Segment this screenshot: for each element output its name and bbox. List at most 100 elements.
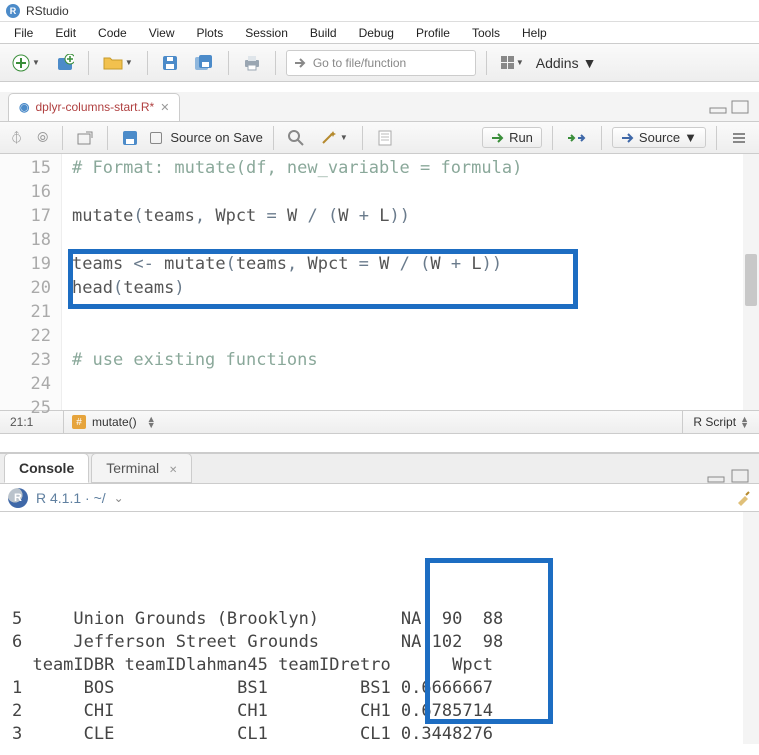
- function-navigator[interactable]: # mutate() ▲▼: [64, 415, 682, 429]
- menu-file[interactable]: File: [4, 24, 43, 42]
- window-titlebar: R RStudio: [0, 0, 759, 22]
- separator: [228, 51, 229, 75]
- source-button[interactable]: Source ▼: [612, 127, 706, 148]
- menu-edit[interactable]: Edit: [45, 24, 86, 42]
- broom-icon: [735, 490, 751, 506]
- separator: [362, 126, 363, 150]
- scrollbar-thumb[interactable]: [745, 254, 757, 306]
- goto-arrow-icon: [293, 56, 307, 70]
- search-icon: [288, 130, 304, 146]
- close-terminal-button[interactable]: ✕: [169, 465, 177, 476]
- menu-view[interactable]: View: [139, 24, 185, 42]
- popout-icon: [77, 131, 93, 145]
- grid-icon: [501, 56, 514, 69]
- save-icon: [122, 130, 138, 146]
- menu-session[interactable]: Session: [235, 24, 298, 42]
- console-output[interactable]: 5 Union Grounds (Brooklyn) NA 90 886 Jef…: [0, 512, 759, 744]
- stepper-icon: ▲▼: [147, 416, 156, 428]
- menu-help[interactable]: Help: [512, 24, 557, 42]
- separator: [716, 126, 717, 150]
- source-on-save-label: Source on Save: [170, 130, 263, 145]
- r-logo-icon: R: [8, 488, 28, 508]
- close-tab-button[interactable]: ✕: [160, 101, 169, 114]
- file-type-selector[interactable]: R Script ▲▼: [682, 411, 759, 433]
- console-tab[interactable]: Console: [4, 453, 89, 483]
- code-tools-button[interactable]: ▼: [316, 126, 352, 150]
- new-project-icon: [56, 54, 74, 72]
- separator: [552, 126, 553, 150]
- code-content[interactable]: # Format: mutate(df, new_variable = form…: [62, 154, 759, 410]
- r-file-icon: ◉: [19, 100, 29, 114]
- menu-tools[interactable]: Tools: [462, 24, 510, 42]
- clear-console-button[interactable]: [735, 490, 751, 506]
- maximize-console-icon[interactable]: [731, 469, 749, 483]
- run-label: Run: [509, 130, 533, 145]
- back-button[interactable]: ⦽: [8, 129, 25, 146]
- line-gutter: 1516171819202122232425: [0, 154, 62, 410]
- goto-file-function[interactable]: Go to file/function: [286, 50, 476, 76]
- new-project-button[interactable]: [52, 51, 78, 75]
- stepper-icon: ▲▼: [740, 416, 749, 428]
- chevron-down-icon[interactable]: ⌄: [114, 491, 124, 505]
- separator: [147, 51, 148, 75]
- minimize-console-icon[interactable]: [707, 469, 725, 483]
- outline-icon: [731, 131, 747, 145]
- forward-button[interactable]: ⦾: [33, 129, 52, 146]
- run-arrow-icon: [491, 132, 505, 144]
- window-title: RStudio: [26, 4, 69, 18]
- file-tab[interactable]: ◉ dplyr-columns-start.R* ✕: [8, 93, 180, 121]
- separator: [62, 126, 63, 150]
- source-toolbar: ⦽ ⦾ Source on Save ▼ Run Source ▼: [0, 122, 759, 154]
- notebook-icon: [377, 130, 393, 146]
- run-button[interactable]: Run: [482, 127, 542, 148]
- file-type-label: R Script: [693, 415, 736, 429]
- separator: [601, 126, 602, 150]
- separator: [107, 126, 108, 150]
- addins-button[interactable]: Addins ▼: [536, 55, 597, 71]
- rerun-button[interactable]: [563, 126, 591, 150]
- terminal-tab-label: Terminal: [106, 460, 159, 476]
- menu-profile[interactable]: Profile: [406, 24, 460, 42]
- source-label: Source: [639, 130, 680, 145]
- separator: [486, 51, 487, 75]
- maximize-pane-icon[interactable]: [731, 100, 749, 114]
- goto-placeholder: Go to file/function: [313, 56, 406, 70]
- rstudio-logo-icon: R: [6, 4, 20, 18]
- workspace-panes-button[interactable]: ▼: [497, 51, 528, 75]
- new-file-button[interactable]: ▼: [8, 51, 44, 75]
- console-header: R R 4.1.1 · ~/ ⌄: [0, 484, 759, 512]
- save-icon: [162, 55, 178, 71]
- open-folder-icon: [103, 55, 123, 71]
- open-file-button[interactable]: ▼: [99, 51, 137, 75]
- outline-button[interactable]: [727, 126, 751, 150]
- separator: [88, 51, 89, 75]
- caret-down-icon: ▼: [583, 55, 597, 71]
- source-on-save-checkbox[interactable]: [150, 132, 162, 144]
- save-all-button[interactable]: [190, 51, 218, 75]
- menu-code[interactable]: Code: [88, 24, 137, 42]
- save-button[interactable]: [158, 51, 182, 75]
- minimize-pane-icon[interactable]: [709, 100, 727, 114]
- menu-build[interactable]: Build: [300, 24, 347, 42]
- function-icon: #: [72, 415, 86, 429]
- function-name: mutate(): [92, 415, 137, 429]
- addins-label: Addins: [536, 55, 579, 71]
- show-in-new-window-button[interactable]: [73, 126, 97, 150]
- find-button[interactable]: [284, 126, 308, 150]
- compile-report-button[interactable]: [373, 126, 397, 150]
- caret-down-icon: ▼: [684, 130, 697, 145]
- menu-plots[interactable]: Plots: [187, 24, 234, 42]
- console-scrollbar[interactable]: [743, 512, 759, 744]
- print-button[interactable]: [239, 51, 265, 75]
- menu-debug[interactable]: Debug: [349, 24, 404, 42]
- terminal-tab[interactable]: Terminal ✕: [91, 453, 192, 483]
- print-icon: [243, 55, 261, 71]
- save-all-icon: [194, 54, 214, 72]
- separator: [275, 51, 276, 75]
- r-version-label: R 4.1.1 · ~/: [36, 490, 106, 506]
- wand-icon: [320, 130, 338, 146]
- code-editor[interactable]: 1516171819202122232425 # Format: mutate(…: [0, 154, 759, 410]
- editor-scrollbar[interactable]: [743, 154, 759, 410]
- save-source-button[interactable]: [118, 126, 142, 150]
- separator: [273, 126, 274, 150]
